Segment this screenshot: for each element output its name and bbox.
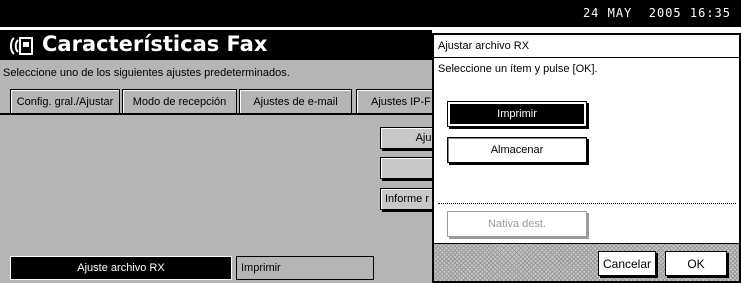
tab-label: Ajustes IP-F	[371, 95, 431, 108]
date-text: 24 MAY	[582, 6, 633, 20]
ok-button[interactable]: OK	[665, 251, 727, 276]
option-native-dest: Nativa dest.	[447, 211, 587, 237]
dialog-title: Ajustar archivo RX	[438, 40, 530, 52]
button-label: Informe r	[385, 193, 430, 205]
rx-file-setting-label: Ajuste archivo RX	[77, 262, 165, 274]
blank-button[interactable]	[380, 157, 440, 179]
tab-email-settings[interactable]: Ajustes de e-mail	[239, 89, 352, 113]
option-label: Imprimir	[497, 108, 537, 120]
cancel-button[interactable]: Cancelar	[598, 251, 656, 276]
option-store[interactable]: Almacenar	[447, 137, 587, 163]
rx-file-dialog: Ajustar archivo RX Seleccione un ítem y …	[432, 33, 741, 283]
tab-divider	[0, 113, 432, 115]
adjust-button[interactable]: Ajus	[380, 127, 440, 149]
instruction-text: Seleccione uno de los siguientes ajustes…	[3, 67, 290, 79]
tab-general-settings[interactable]: Config. gral./Ajustar	[10, 89, 120, 113]
tab-reception-mode[interactable]: Modo de recepción	[122, 89, 237, 113]
fax-icon	[8, 35, 34, 57]
report-button[interactable]: Informe r	[380, 188, 440, 210]
dialog-instruction: Seleccione un ítem y pulse [OK].	[438, 63, 598, 75]
main-panel: Seleccione uno de los siguientes ajustes…	[0, 60, 440, 283]
tab-label: Ajustes de e-mail	[253, 95, 338, 108]
page-title: Características Fax	[42, 32, 268, 56]
option-label: Almacenar	[490, 144, 544, 156]
rx-file-setting-value: Imprimir	[236, 256, 374, 280]
dialog-title-divider	[434, 57, 739, 58]
dialog-footer: Cancelar OK	[434, 243, 739, 281]
date-time-display: 24 MAY 2005 16:35	[583, 6, 731, 20]
dialog-divider	[438, 203, 736, 204]
tab-label: Modo de recepción	[132, 95, 227, 108]
status-bar: 24 MAY 2005 16:35	[0, 0, 741, 27]
title-bar: Características Fax	[0, 27, 432, 60]
tab-ip-fax-settings[interactable]: Ajustes IP-F	[356, 89, 436, 113]
tab-label: Config. gral./Ajustar	[16, 95, 114, 108]
option-print[interactable]: Imprimir	[447, 101, 587, 127]
option-label: Nativa dest.	[487, 218, 547, 230]
time-text: 2005 16:35	[648, 6, 731, 20]
rx-file-setting-button[interactable]: Ajuste archivo RX	[10, 256, 232, 280]
